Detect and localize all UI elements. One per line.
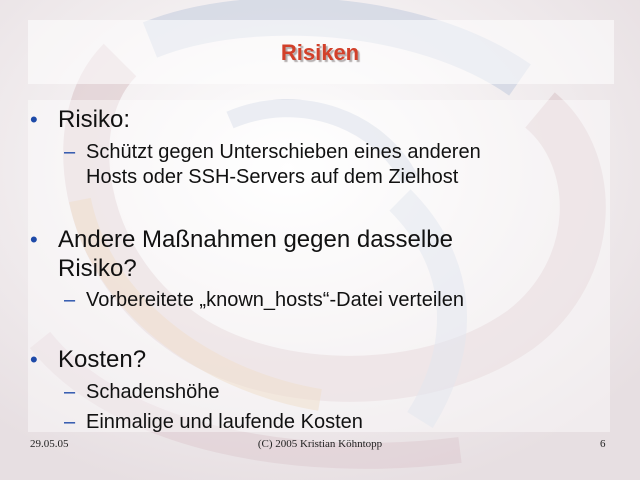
footer-copyright: (C) 2005 Kristian Köhntopp xyxy=(257,438,383,450)
bullet-glyph: • xyxy=(30,347,38,372)
dash-glyph: – xyxy=(64,411,76,433)
bullet-glyph: • xyxy=(30,107,38,132)
page-number: 6 xyxy=(600,438,606,450)
dash-glyph: – xyxy=(64,289,76,311)
bullet-glyph: • xyxy=(30,227,38,252)
sub-bullet-text: Einmalige und laufende Kosten xyxy=(86,411,363,433)
sub-bullet-text: Hosts oder SSH-Servers auf dem Zielhost xyxy=(86,166,459,188)
bullet-text: Risiko: xyxy=(58,106,131,133)
sub-bullet-text: Schützt gegen Unterschieben eines andere… xyxy=(86,141,481,163)
slide-title: Risiken xyxy=(280,40,360,65)
sub-bullet-text: Schadenshöhe xyxy=(86,381,220,403)
bullet-text: Kosten? xyxy=(58,346,147,373)
bullet-text: Risiko? xyxy=(58,255,137,282)
dash-glyph: – xyxy=(64,141,76,163)
dash-glyph: – xyxy=(64,381,76,403)
sub-bullet-text: Vorbereitete „known_hosts“-Datei verteil… xyxy=(86,289,464,311)
bullet-text: Andere Maßnahmen gegen dasselbe xyxy=(58,226,453,253)
